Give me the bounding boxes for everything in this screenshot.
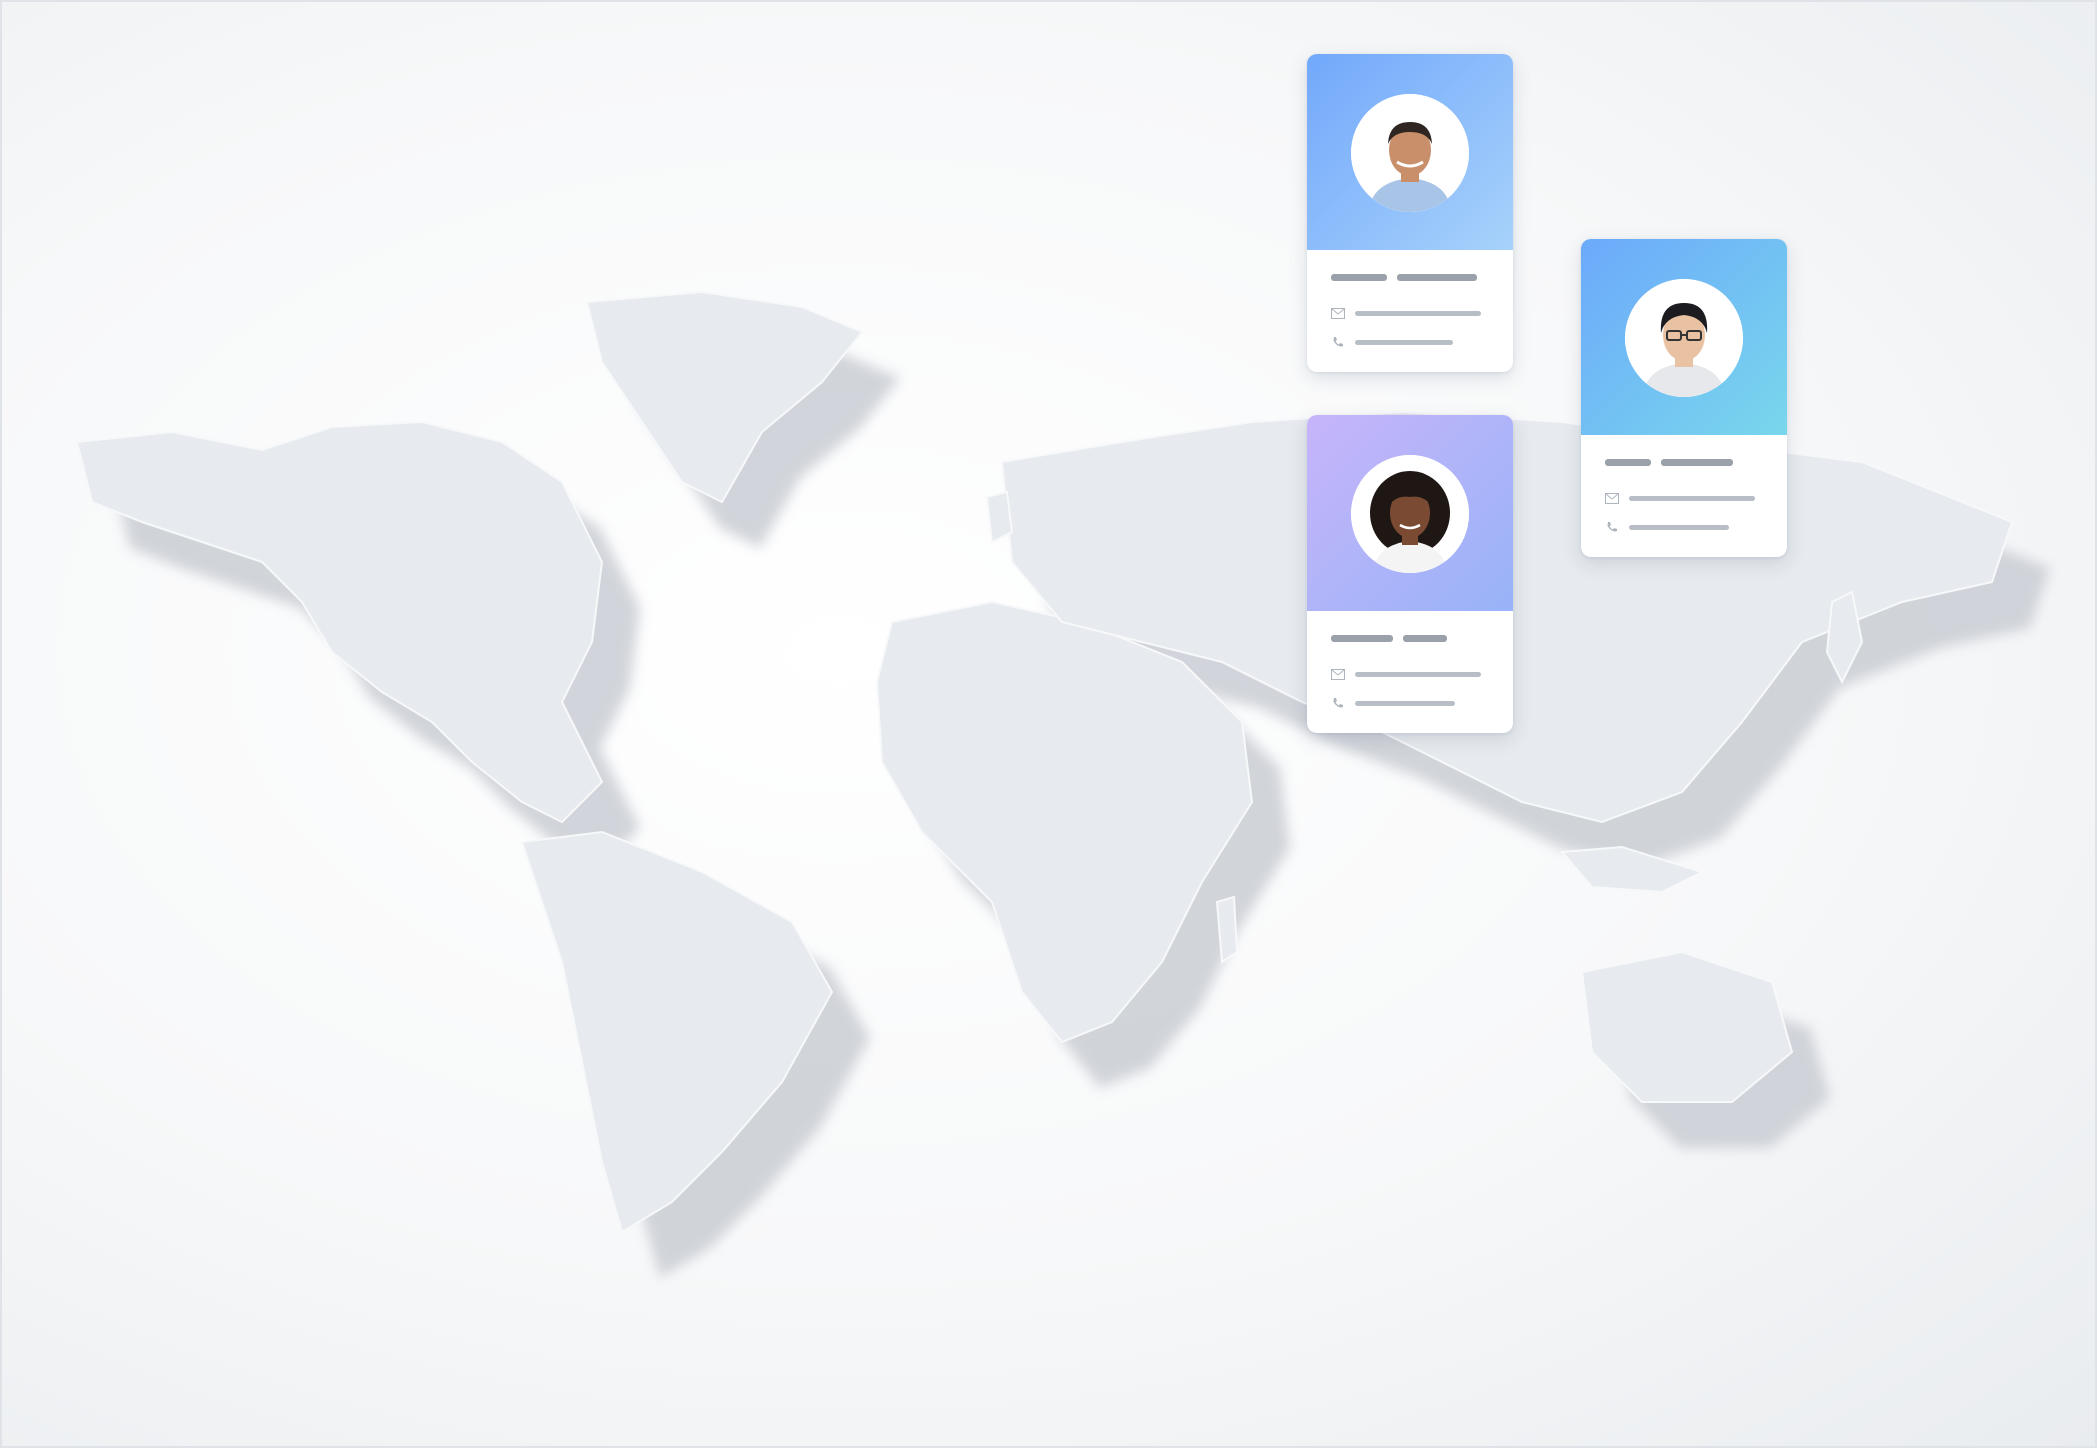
indonesia bbox=[1559, 845, 1705, 894]
contact-card[interactable] bbox=[1307, 415, 1513, 733]
name-placeholder bbox=[1331, 274, 1489, 281]
phone-row bbox=[1331, 336, 1489, 348]
uk bbox=[985, 490, 1014, 544]
young-man-portrait-icon bbox=[1625, 279, 1743, 397]
phone-row bbox=[1605, 521, 1763, 533]
name-placeholder bbox=[1605, 459, 1763, 466]
contact-card[interactable] bbox=[1581, 239, 1787, 557]
australia bbox=[1580, 950, 1794, 1103]
card-header bbox=[1307, 54, 1513, 250]
man-portrait-icon bbox=[1351, 94, 1469, 212]
phone-icon bbox=[1331, 697, 1345, 709]
card-header bbox=[1307, 415, 1513, 611]
world-map-canvas bbox=[0, 0, 2097, 1448]
contact-card[interactable] bbox=[1307, 54, 1513, 372]
phone-row bbox=[1331, 697, 1489, 709]
world-map bbox=[75, 290, 2050, 1278]
email-row bbox=[1331, 307, 1489, 319]
phone-icon bbox=[1331, 336, 1345, 348]
south-america bbox=[520, 830, 834, 1234]
card-body bbox=[1307, 611, 1513, 709]
phone-icon bbox=[1605, 521, 1619, 533]
north-america bbox=[75, 420, 604, 824]
card-body bbox=[1307, 250, 1513, 348]
woman-portrait-icon bbox=[1351, 455, 1469, 573]
email-row bbox=[1331, 668, 1489, 680]
mail-icon bbox=[1331, 307, 1345, 319]
email-row bbox=[1605, 492, 1763, 504]
card-header bbox=[1581, 239, 1787, 435]
card-body bbox=[1581, 435, 1787, 533]
mail-icon bbox=[1605, 492, 1619, 504]
mail-icon bbox=[1331, 668, 1345, 680]
name-placeholder bbox=[1331, 635, 1489, 642]
